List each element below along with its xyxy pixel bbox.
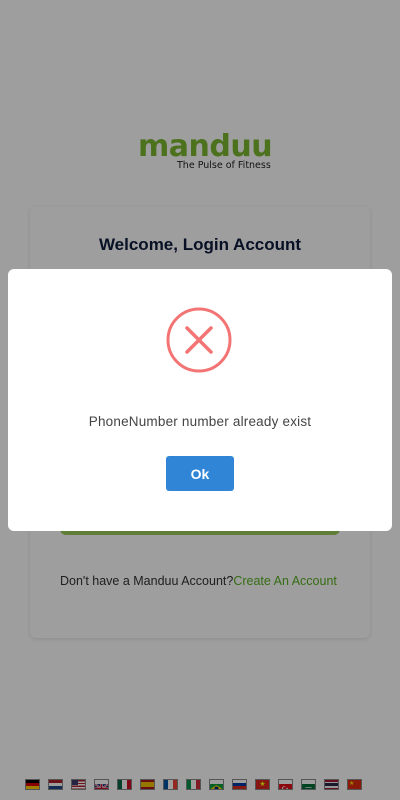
error-message: PhoneNumber number already exist (88, 414, 312, 429)
error-x-icon (166, 307, 232, 373)
ok-button[interactable]: Ok (166, 456, 234, 491)
error-dialog: PhoneNumber number already exist Ok (8, 269, 392, 531)
